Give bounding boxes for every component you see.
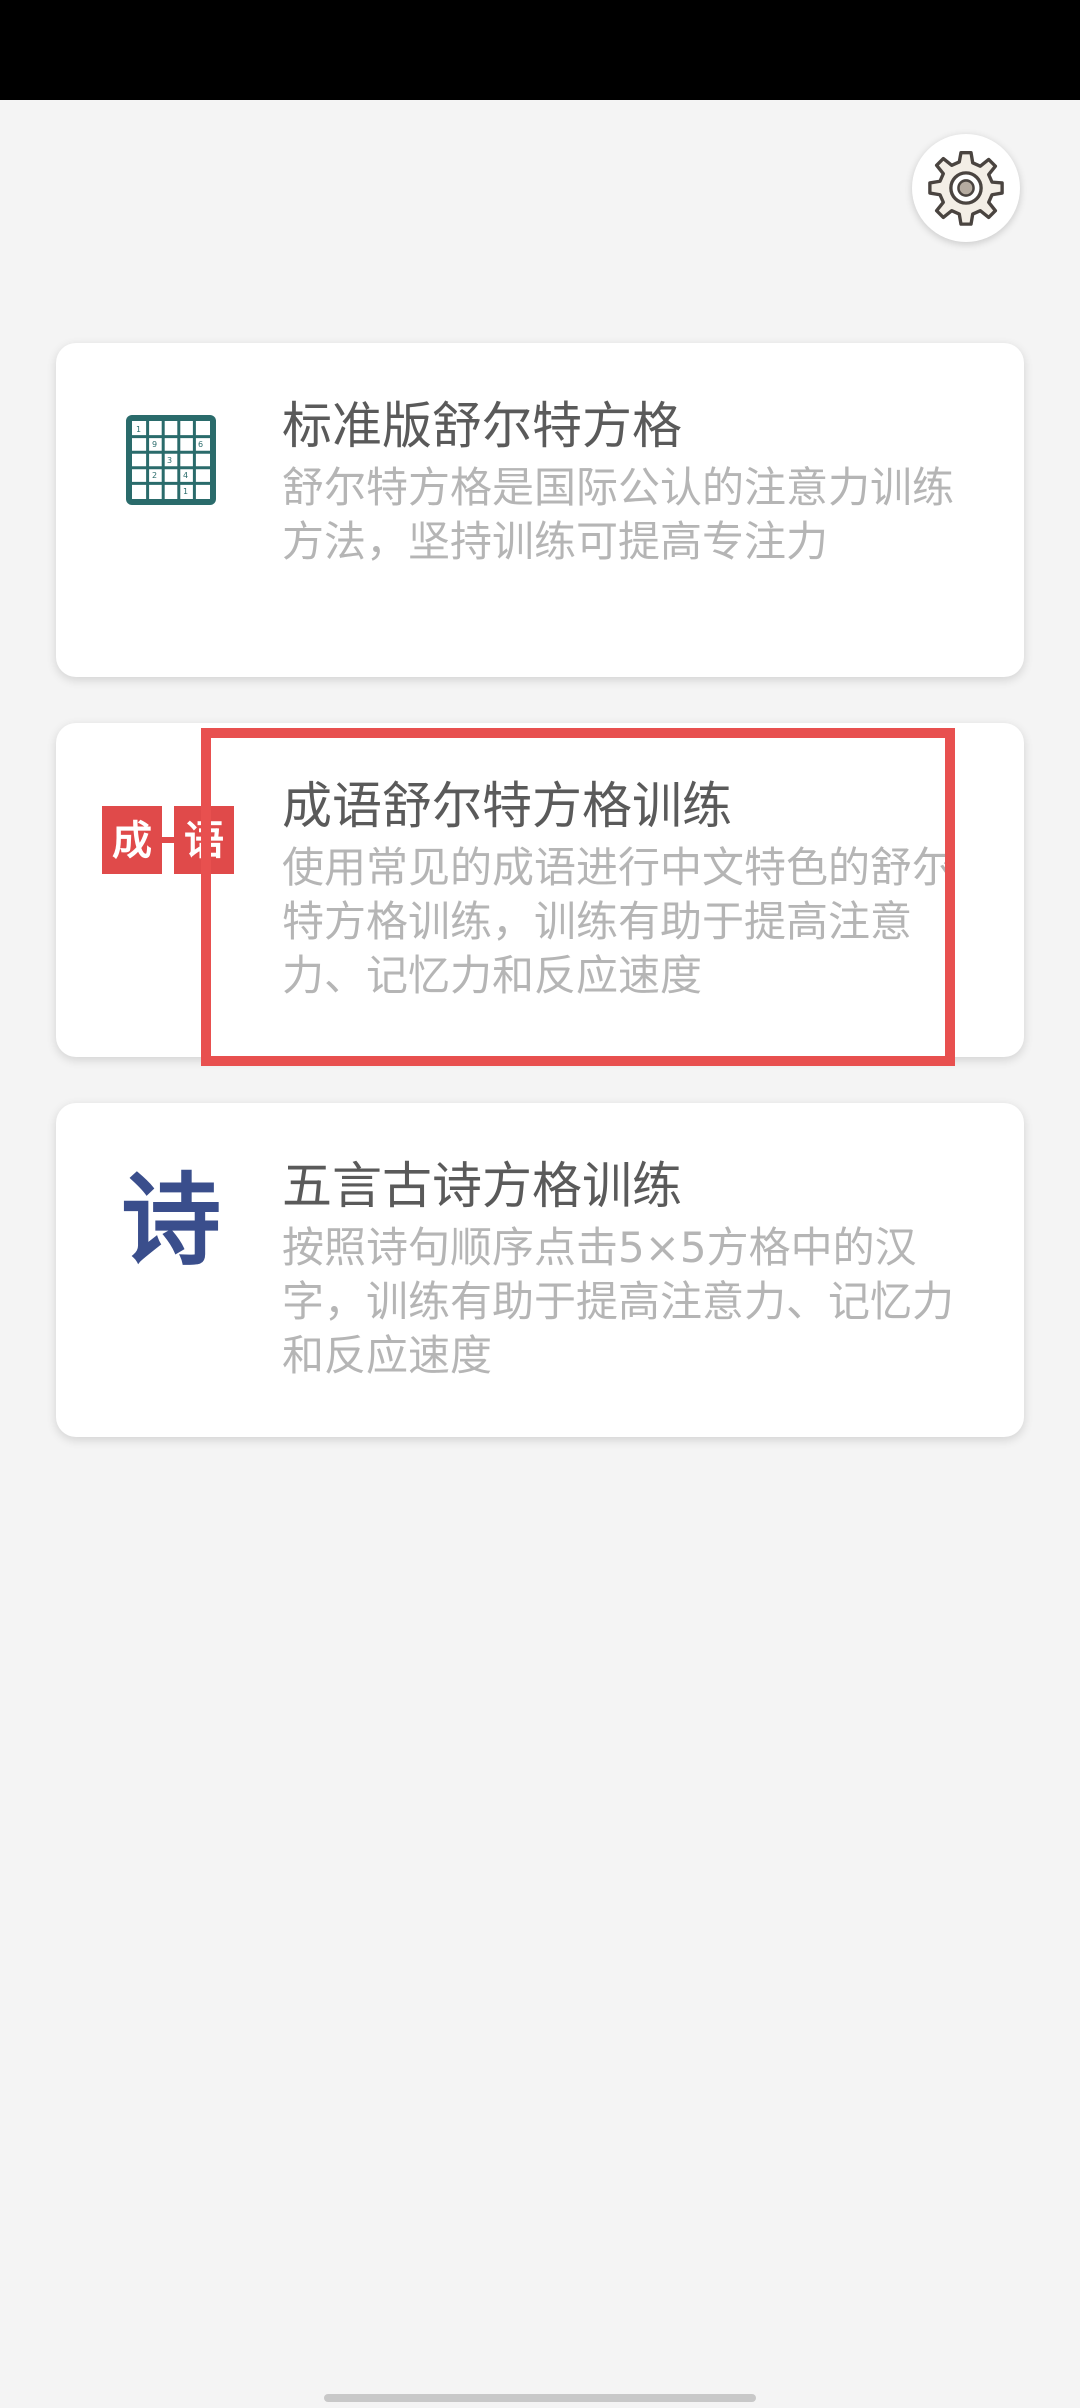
svg-text:9: 9 (152, 440, 157, 449)
card-description: 舒尔特方格是国际公认的注意力训练方法，坚持训练可提高专注力 (282, 463, 955, 566)
navigation-handle[interactable] (324, 2394, 756, 2402)
status-bar (0, 0, 1080, 100)
idiom-icon-char-1: 成 (112, 818, 152, 864)
gear-icon (928, 151, 1004, 226)
card-description: 按照诗句顺序点击5×5方格中的汉字，训练有助于提高注意力、记忆力和反应速度 (282, 1223, 955, 1380)
poem-grid-card[interactable]: 诗 五言古诗方格训练 按照诗句顺序点击5×5方格中的汉字，训练有助于提高注意力、… (56, 1103, 1024, 1437)
standard-schulte-card[interactable]: 1 9 3 6 4 2 1 标准版舒尔特方格 舒尔特方格是国际公认的注意力训练方… (56, 343, 1024, 677)
svg-text:2: 2 (152, 471, 157, 480)
schulte-grid-icon: 1 9 3 6 4 2 1 (116, 405, 226, 515)
selection-highlight (201, 728, 955, 1066)
poem-icon-char: 诗 (121, 1161, 221, 1279)
card-title: 五言古诗方格训练 (282, 1157, 682, 1215)
settings-button[interactable] (912, 134, 1020, 242)
svg-text:1: 1 (183, 487, 188, 496)
svg-text:4: 4 (183, 471, 188, 480)
svg-text:3: 3 (167, 456, 172, 465)
svg-text:1: 1 (136, 425, 141, 434)
poem-icon: 诗 (116, 1165, 226, 1275)
svg-text:6: 6 (198, 440, 203, 449)
card-title: 标准版舒尔特方格 (282, 397, 682, 455)
